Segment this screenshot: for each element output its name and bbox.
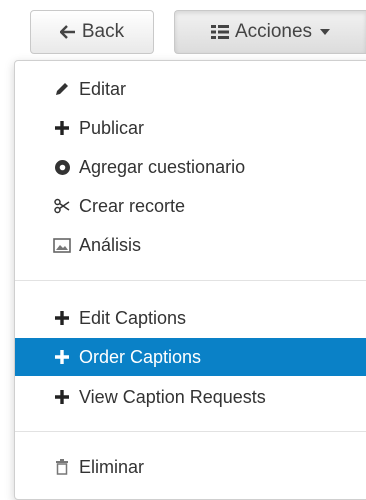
menu-item-crear-recorte[interactable]: Crear recorte bbox=[15, 188, 366, 224]
acciones-button-label: Acciones bbox=[234, 21, 313, 42]
scissors-icon bbox=[53, 197, 71, 215]
menu-item-eliminar[interactable]: Eliminar bbox=[15, 449, 366, 485]
trash-icon bbox=[53, 458, 71, 476]
menu-divider bbox=[15, 280, 366, 281]
pencil-icon bbox=[53, 80, 71, 98]
image-icon bbox=[53, 236, 71, 254]
menu-item-label: Editar bbox=[79, 78, 127, 99]
back-button-label: Back bbox=[81, 21, 125, 42]
cog-icon bbox=[53, 158, 71, 176]
caret-down-icon bbox=[320, 29, 331, 35]
list-icon bbox=[210, 25, 229, 39]
acciones-dropdown-button[interactable]: Acciones bbox=[174, 10, 366, 54]
plus-icon bbox=[53, 388, 71, 406]
menu-item-label: Eliminar bbox=[79, 456, 145, 477]
back-button[interactable]: Back bbox=[30, 10, 154, 54]
plus-icon bbox=[53, 309, 71, 327]
menu-item-label: View Caption Requests bbox=[79, 386, 266, 407]
plus-icon bbox=[53, 119, 71, 137]
menu-item-analisis[interactable]: Análisis bbox=[15, 227, 366, 263]
menu-item-label: Agregar cuestionario bbox=[79, 156, 246, 177]
menu-item-edit-captions[interactable]: Edit Captions bbox=[15, 300, 366, 336]
menu-item-publicar[interactable]: Publicar bbox=[15, 110, 366, 146]
menu-item-agregar-cuestionario[interactable]: Agregar cuestionario bbox=[15, 149, 366, 185]
menu-item-order-captions[interactable]: Order Captions bbox=[15, 338, 366, 376]
plus-icon bbox=[53, 348, 71, 366]
menu-item-label: Publicar bbox=[79, 117, 145, 138]
menu-item-label: Crear recorte bbox=[79, 195, 186, 216]
menu-item-editar[interactable]: Editar bbox=[15, 71, 366, 107]
menu-item-label: Order Captions bbox=[79, 346, 202, 367]
menu-item-view-caption-requests[interactable]: View Caption Requests bbox=[15, 379, 366, 415]
arrow-left-icon bbox=[59, 25, 76, 39]
acciones-dropdown-menu: Editar Publicar Agregar cuestionario Cre… bbox=[14, 60, 366, 500]
menu-item-label: Análisis bbox=[79, 234, 142, 255]
menu-item-label: Edit Captions bbox=[79, 307, 187, 328]
menu-divider bbox=[15, 431, 366, 432]
